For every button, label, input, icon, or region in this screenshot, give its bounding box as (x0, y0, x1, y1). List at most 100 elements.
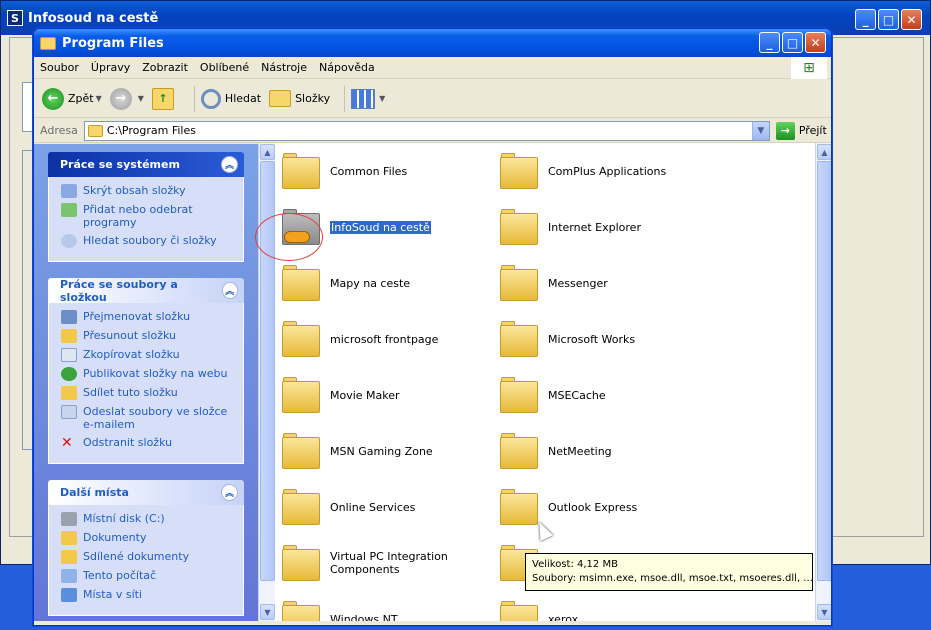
menu-edit[interactable]: Úpravy (85, 61, 136, 74)
menu-file[interactable]: Soubor (34, 61, 85, 74)
folder-item[interactable]: Windows NT (282, 601, 398, 621)
folder-item-hovered[interactable]: Outlook Express (500, 489, 637, 525)
task-add-remove-programs[interactable]: Přidat nebo odebrat programy (61, 203, 237, 229)
folder-item[interactable]: Messenger (500, 265, 608, 301)
maximize-button[interactable]: □ (782, 32, 803, 53)
minimize-button[interactable]: _ (759, 32, 780, 53)
panel-files-header[interactable]: Práce se soubory a složkou ︽ (48, 278, 244, 304)
folder-item[interactable]: Online Services (282, 489, 415, 525)
place-label: Místní disk (C:) (83, 512, 165, 525)
place-documents[interactable]: Dokumenty (61, 531, 237, 545)
folder-label: MSN Gaming Zone (330, 444, 433, 458)
network-icon (61, 588, 77, 602)
add-remove-programs-icon (61, 203, 77, 217)
task-delete-folder[interactable]: ✕ Odstranit složku (61, 436, 237, 450)
folder-item[interactable]: NetMeeting (500, 433, 612, 469)
panel-system: Práce se systémem ︽ Skrýt obsah složky P… (48, 152, 244, 262)
folder-item[interactable]: ComPlus Applications (500, 153, 666, 189)
folders-button[interactable]: Složky (269, 90, 330, 107)
hide-contents-icon (61, 184, 77, 198)
collapse-chevron-icon[interactable]: ︽ (221, 484, 238, 501)
scroll-down-arrow-icon[interactable]: ▼ (260, 604, 275, 620)
task-move-folder[interactable]: Přesunout složku (61, 329, 237, 343)
task-email-files[interactable]: Odeslat soubory ve složce e-mailem (61, 405, 237, 431)
folder-item[interactable]: MSECache (500, 377, 606, 413)
folder-label: microsoft frontpage (330, 332, 439, 346)
place-label: Místa v síti (83, 588, 142, 601)
go-arrow-icon: → (775, 121, 795, 140)
panel-places-header[interactable]: Další místa ︽ (48, 480, 244, 505)
up-button[interactable]: ↑ (151, 87, 180, 110)
address-dropdown-icon[interactable]: ▼ (751, 121, 769, 140)
task-rename-folder[interactable]: Přejmenovat složku (61, 310, 237, 324)
documents-folder-icon (61, 531, 77, 545)
close-button[interactable]: ✕ (805, 32, 826, 53)
scroll-up-arrow-icon[interactable]: ▲ (260, 144, 275, 160)
folder-item[interactable]: Movie Maker (282, 377, 400, 413)
task-copy-folder[interactable]: Zkopírovat složku (61, 348, 237, 362)
address-bar: Adresa C:\Program Files ▼ → Přejít (34, 119, 831, 143)
forward-dropdown-icon[interactable]: ▼ (138, 94, 144, 103)
forward-button[interactable]: → ▼ (109, 87, 144, 110)
place-local-disk[interactable]: Místní disk (C:) (61, 512, 237, 526)
folder-item[interactable]: Common Files (282, 153, 407, 189)
folder-item[interactable]: Mapy na ceste (282, 265, 410, 301)
folder-item[interactable]: Virtual PC Integration Components (282, 545, 450, 581)
folder-icon (282, 545, 320, 581)
highlight-circle (255, 213, 323, 261)
search-label: Hledat (224, 92, 262, 105)
go-button[interactable]: → Přejít (775, 121, 827, 140)
scroll-up-arrow-icon[interactable]: ▲ (817, 144, 831, 160)
place-network[interactable]: Místa v síti (61, 588, 237, 602)
bg-maximize-button[interactable]: □ (878, 9, 899, 30)
folder-label: ComPlus Applications (548, 164, 667, 178)
address-input[interactable]: C:\Program Files ▼ (83, 120, 770, 141)
folder-icon (500, 601, 538, 621)
folder-label: Mapy na ceste (330, 276, 411, 290)
task-share-folder[interactable]: Sdílet tuto složku (61, 386, 237, 400)
task-label: Zkopírovat složku (83, 348, 180, 361)
folder-view-scrollbar[interactable]: ▲ ▼ (815, 143, 831, 621)
panel-system-header[interactable]: Práce se systémem ︽ (48, 152, 244, 177)
place-shared-documents[interactable]: Sdílené dokumenty (61, 550, 237, 564)
folder-up-icon: ↑ (151, 87, 174, 110)
back-dropdown-icon[interactable]: ▼ (96, 94, 102, 103)
folder-item[interactable]: microsoft frontpage (282, 321, 438, 357)
folder-label: Messenger (548, 276, 608, 290)
views-button[interactable]: ▼ (351, 88, 385, 109)
folder-item[interactable]: MSN Gaming Zone (282, 433, 433, 469)
bg-close-button[interactable]: ✕ (901, 9, 922, 30)
folder-label: Movie Maker (330, 388, 400, 402)
menu-bar: Soubor Úpravy Zobrazit Oblíbené Nástroje… (34, 57, 831, 79)
folder-item[interactable]: Microsoft Works (500, 321, 635, 357)
collapse-chevron-icon[interactable]: ︽ (221, 156, 238, 173)
computer-icon (61, 569, 77, 583)
task-hide-folder-contents[interactable]: Skrýt obsah složky (61, 184, 237, 198)
folder-label: Online Services (330, 500, 416, 514)
folder-item[interactable]: Internet Explorer (500, 209, 641, 245)
menu-view[interactable]: Zobrazit (136, 61, 194, 74)
folder-item[interactable]: xerox (500, 601, 578, 621)
bg-minimize-button[interactable]: _ (855, 9, 876, 30)
titlebar[interactable]: Program Files (34, 29, 831, 57)
collapse-chevron-icon[interactable]: ︽ (221, 282, 238, 299)
folder-label: Internet Explorer (548, 220, 641, 234)
task-search-files[interactable]: Hledat soubory či složky (61, 234, 237, 248)
menu-help[interactable]: Nápověda (313, 61, 381, 74)
task-publish-web[interactable]: Publikovat složky na webu (61, 367, 237, 381)
search-button[interactable]: Hledat (200, 88, 262, 109)
scroll-thumb[interactable] (817, 161, 831, 581)
panel-places: Další místa ︽ Místní disk (C:) Dokumenty… (48, 480, 244, 616)
scroll-down-arrow-icon[interactable]: ▼ (817, 604, 831, 620)
folder-label: NetMeeting (548, 444, 612, 458)
email-icon (61, 405, 77, 419)
task-label: Sdílet tuto složku (83, 386, 178, 399)
folder-icon (500, 153, 538, 189)
place-my-computer[interactable]: Tento počítač (61, 569, 237, 583)
back-button[interactable]: ← Zpět ▼ (42, 87, 102, 110)
folder-label: InfoSoud na cestě (330, 220, 431, 234)
menu-tools[interactable]: Nástroje (255, 61, 313, 74)
task-pane: Práce se systémem ︽ Skrýt obsah složky P… (34, 144, 258, 621)
panel-system-title: Práce se systémem (60, 158, 180, 171)
menu-favorites[interactable]: Oblíbené (194, 61, 255, 74)
